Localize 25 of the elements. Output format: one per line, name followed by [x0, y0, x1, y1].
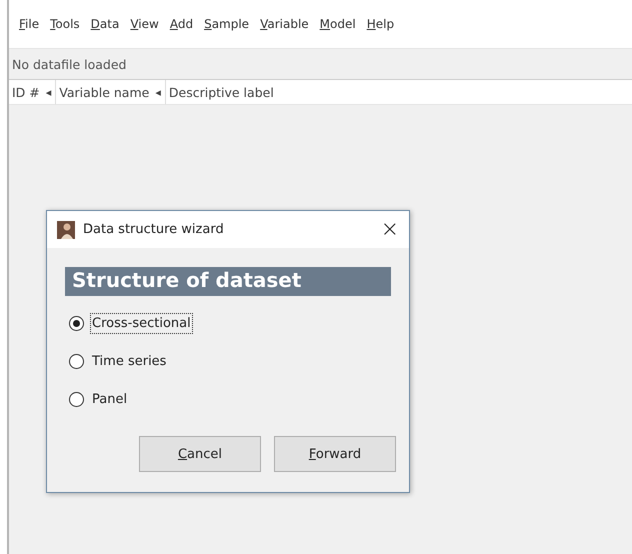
menu-item[interactable]: Variable — [260, 17, 309, 31]
column-header[interactable]: ID # ◂ — [9, 80, 56, 104]
dialog-title: Data structure wizard — [83, 222, 225, 237]
close-button[interactable]: × — [380, 218, 399, 240]
app-icon — [57, 220, 75, 238]
menu-item[interactable]: Help — [366, 17, 394, 31]
option-label[interactable]: Cross-sectional — [90, 313, 193, 334]
menu-item[interactable]: Tools — [50, 17, 80, 31]
radio-button[interactable] — [69, 392, 84, 407]
menu-item[interactable]: Model — [320, 17, 356, 31]
column-header[interactable]: Descriptive label — [166, 80, 278, 104]
status-text: No datafile loaded — [12, 56, 126, 72]
menu-item[interactable]: Sample — [204, 17, 250, 31]
section-heading: Structure of dataset — [65, 267, 391, 296]
option-label[interactable]: Panel — [90, 389, 130, 410]
radio-button[interactable] — [69, 354, 84, 369]
menu-item[interactable]: Add — [170, 17, 194, 31]
column-header[interactable]: Variable name ◂ — [56, 80, 166, 104]
dialog-button[interactable]: Cancel — [139, 436, 261, 472]
radio-button[interactable] — [69, 316, 84, 331]
option-label[interactable]: Time series — [90, 351, 168, 372]
menu-item[interactable]: Data — [90, 17, 120, 31]
menu-item[interactable]: View — [130, 17, 159, 31]
dialog-button[interactable]: Forward — [274, 436, 396, 472]
menu-item[interactable]: File — [19, 17, 40, 31]
